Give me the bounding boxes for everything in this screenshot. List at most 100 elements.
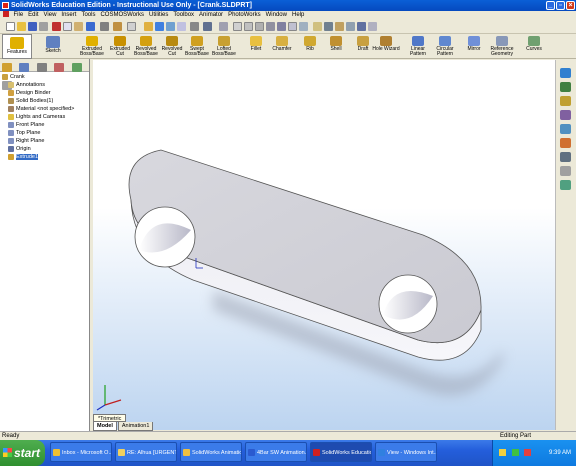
cut-icon[interactable] [52, 22, 61, 31]
swept-boss-button[interactable]: Swept Boss/Base [183, 34, 211, 59]
photoworks-tab-icon[interactable] [71, 63, 82, 72]
file-explorer-icon[interactable] [560, 96, 571, 106]
tree-item[interactable]: Extrude1 [0, 153, 89, 161]
menu-insert[interactable]: Insert [59, 11, 79, 20]
sketch-tab[interactable]: Sketch [38, 34, 68, 59]
linear-pattern-button[interactable]: Linear Pattern [404, 34, 432, 59]
revolved-cut-button[interactable]: Revolved Cut [158, 34, 186, 59]
rebuild-icon[interactable] [113, 22, 122, 31]
tab-animation1[interactable]: Animation1 [117, 422, 154, 431]
undo-icon[interactable] [86, 22, 95, 31]
tray-icon[interactable] [499, 448, 506, 456]
design-library-icon[interactable] [560, 82, 571, 92]
pan-icon[interactable] [190, 22, 199, 31]
toolbox-icon[interactable] [560, 180, 571, 190]
menu-window[interactable]: Window [263, 11, 289, 20]
shaded-icon[interactable] [277, 22, 286, 31]
open-icon[interactable] [17, 22, 26, 31]
title-bar[interactable]: SolidWorks Education Edition - Instructi… [0, 0, 576, 11]
lofted-boss-button[interactable]: Lofted Boss/Base [210, 34, 238, 59]
wireframe-icon[interactable] [233, 22, 242, 31]
reference-geometry-button[interactable]: Reference Geometry [488, 34, 516, 59]
tree-item[interactable]: Crank [0, 73, 89, 81]
zoom-fit-icon[interactable] [144, 22, 153, 31]
copy-icon[interactable] [63, 22, 72, 31]
shaded-edges-icon[interactable] [266, 22, 275, 31]
menu-tools[interactable]: Tools [79, 11, 98, 20]
tree-item[interactable]: Origin [0, 145, 89, 153]
rotate-icon[interactable] [177, 22, 186, 31]
feature-manager-tab-icon[interactable] [2, 63, 12, 72]
menu-utilities[interactable]: Utilities [147, 11, 171, 20]
document-menu-icon[interactable] [3, 11, 9, 18]
view-settings-icon[interactable] [335, 22, 344, 31]
taskbar-button[interactable]: SolidWorks Animation [180, 442, 242, 462]
appearances-icon[interactable] [560, 138, 571, 148]
taskbar-button[interactable]: RE: Alhua [URGENT... [115, 442, 177, 462]
menu-help[interactable]: Help [289, 11, 306, 20]
cosmos-manager-tab-icon[interactable] [54, 63, 65, 72]
tree-item[interactable]: Design Binder [0, 89, 89, 97]
normal-to-icon[interactable] [357, 22, 366, 31]
shadows-icon[interactable] [288, 22, 297, 31]
fillet-button[interactable]: Fillet [242, 34, 270, 59]
options-icon[interactable] [127, 22, 136, 31]
network-icon[interactable] [511, 448, 519, 456]
hole-wizard-button[interactable]: Hole Wizard [372, 34, 400, 59]
revolved-boss-button[interactable]: Revolved Boss/Base [132, 34, 160, 59]
graphics-area[interactable] [93, 60, 555, 430]
display-style-icon[interactable] [203, 22, 212, 31]
configuration-manager-tab-icon[interactable] [36, 63, 47, 72]
rib-button[interactable]: Rib [296, 34, 324, 59]
taskbar-button[interactable]: SolidWorks Educatio... [310, 442, 372, 462]
perspective-icon[interactable] [324, 22, 333, 31]
minimize-button[interactable]: _ [546, 1, 555, 10]
tree-item[interactable]: Top Plane [0, 129, 89, 137]
menu-toolbox[interactable]: Toolbox [171, 11, 197, 20]
paste-icon[interactable] [74, 22, 83, 31]
property-manager-tab-icon[interactable] [19, 63, 30, 72]
hidden-lines-icon[interactable] [244, 22, 253, 31]
crank-part-model[interactable] [93, 60, 555, 430]
tree-item[interactable]: Material <not specified> [0, 105, 89, 113]
save-icon[interactable] [28, 22, 37, 31]
search-icon[interactable] [560, 110, 571, 120]
security-icon[interactable] [524, 448, 532, 456]
tree-item[interactable]: Right Plane [0, 137, 89, 145]
hidden-removed-icon[interactable] [255, 22, 264, 31]
select-icon[interactable] [100, 22, 109, 31]
shell-button[interactable]: Shell [322, 34, 350, 59]
solidworks-resources-icon[interactable] [560, 68, 571, 78]
section-view-icon[interactable] [299, 22, 308, 31]
tree-item[interactable]: Front Plane [0, 121, 89, 129]
print-icon[interactable] [39, 22, 48, 31]
menu-file[interactable]: File [11, 11, 26, 20]
menu-photoworks[interactable]: PhotoWorks [226, 11, 264, 20]
orientation-icon[interactable] [346, 22, 355, 31]
tree-item[interactable]: Solid Bodies(1) [0, 97, 89, 105]
menu-edit[interactable]: Edit [26, 11, 41, 20]
custom-properties-icon[interactable] [560, 152, 571, 162]
view-palette-icon[interactable] [560, 124, 571, 134]
menu-animator[interactable]: Animator [197, 11, 226, 20]
new-icon[interactable] [6, 22, 15, 31]
view-extra-icon[interactable] [368, 22, 377, 31]
maximize-button[interactable]: ▫ [556, 1, 565, 10]
tab-model[interactable]: Model [93, 422, 117, 431]
menu-cosmosworks[interactable]: COSMOSWorks [98, 11, 147, 20]
view-orientation-icon[interactable] [219, 22, 228, 31]
temporary-axes-icon[interactable] [313, 22, 322, 31]
features-tab[interactable]: Features [2, 34, 32, 59]
circular-pattern-button[interactable]: Circular Pattern [431, 34, 459, 59]
menu-view[interactable]: View [41, 11, 59, 20]
taskbar-button[interactable]: Inbox - Microsoft O... [50, 442, 112, 462]
extruded-cut-button[interactable]: Extruded Cut [106, 34, 134, 59]
taskbar-button[interactable]: View - Windows Int... [375, 442, 437, 462]
curves-button[interactable]: Curves [520, 34, 548, 59]
mirror-button[interactable]: Mirror [460, 34, 488, 59]
documents-icon[interactable] [560, 166, 571, 176]
tree-item[interactable]: Annotations [0, 81, 89, 89]
chamfer-button[interactable]: Chamfer [268, 34, 296, 59]
tree-item[interactable]: Lights and Cameras [0, 113, 89, 121]
zoom-in-out-icon[interactable] [166, 22, 175, 31]
